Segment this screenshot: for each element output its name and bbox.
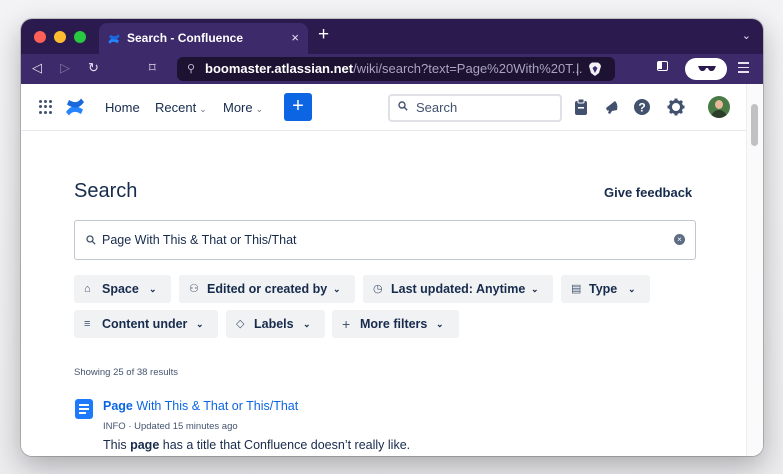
bookmark-icon[interactable]: ⌑	[149, 60, 156, 76]
clipboard-icon[interactable]	[571, 97, 591, 117]
tab-list-chevron-icon[interactable]: ⌄	[742, 29, 751, 42]
filter-edited-label: Edited or created by	[207, 282, 328, 296]
people-icon: ⚇	[189, 283, 199, 295]
nav-recent[interactable]: Recent ⌄	[155, 100, 207, 115]
filter-space-label: Space	[102, 282, 139, 296]
space-icon: ⌂	[84, 283, 91, 295]
results-count: Showing 25 of 38 results	[74, 367, 179, 378]
result-meta: INFO · Updated 15 minutes ago	[103, 421, 238, 432]
filter-content-under[interactable]: ≡ Content under ⌄	[74, 310, 218, 338]
result-title-highlight: Page	[103, 399, 133, 413]
filter-type[interactable]: ▤ Type ⌄	[561, 275, 650, 303]
notifications-megaphone-icon[interactable]	[602, 97, 622, 117]
search-icon	[86, 235, 96, 245]
tab-title: Search - Confluence	[127, 31, 244, 45]
filter-type-label: Type	[589, 282, 618, 296]
sidebar-toggle-icon[interactable]	[657, 61, 668, 71]
filter-more-filters[interactable]: + More filters ⌄	[332, 310, 459, 338]
browser-toolbar: ◁ ▷ ↻ ⌑ ⚲ boomaster.atlassian.net/wiki/s…	[21, 54, 763, 84]
filter-last-updated[interactable]: ◷ Last updated: Anytime ⌄	[363, 275, 553, 303]
new-tab-button[interactable]: +	[318, 25, 329, 45]
filter-labels-label: Labels	[254, 317, 294, 331]
excerpt-highlight: page	[130, 438, 160, 452]
confluence-favicon-icon	[108, 34, 120, 44]
create-button[interactable]: +	[284, 93, 312, 121]
clear-search-icon[interactable]: ×	[674, 234, 685, 245]
tab-search-confluence[interactable]: Search - Confluence ×	[99, 23, 308, 54]
url-separator: |	[576, 61, 580, 76]
private-window-badge[interactable]	[685, 58, 727, 80]
url-path: /wiki/search?text=Page%20With%20T...	[353, 61, 583, 76]
list-icon: ≡	[84, 318, 91, 330]
filter-edited-or-created-by[interactable]: ⚇ Edited or created by ⌄	[179, 275, 355, 303]
app-switcher-icon[interactable]	[39, 100, 53, 114]
private-glasses-icon	[698, 66, 716, 71]
settings-gear-icon[interactable]	[666, 97, 686, 117]
chevron-down-icon: ⌄	[199, 104, 207, 114]
chevron-down-icon: ⌄	[196, 319, 204, 329]
filter-content-under-label: Content under	[102, 317, 188, 331]
nav-search-placeholder: Search	[416, 100, 458, 115]
nav-more[interactable]: More ⌄	[223, 100, 263, 115]
filter-more-label: More filters	[360, 317, 428, 331]
user-avatar[interactable]	[708, 96, 730, 118]
search-icon	[398, 101, 408, 111]
nav-more-label: More	[223, 100, 253, 115]
chevron-down-icon: ⌄	[255, 104, 264, 114]
filter-space[interactable]: ⌂ Space ⌄	[74, 275, 171, 303]
tab-strip: Search - Confluence × + ⌄	[21, 19, 763, 54]
maximize-window-button[interactable]	[74, 31, 86, 43]
page-document-icon	[75, 399, 93, 419]
url-host: boomaster.atlassian.net	[205, 61, 354, 76]
chevron-down-icon: ⌄	[531, 284, 539, 294]
page-content: Home Recent ⌄ More ⌄ + Search ? Search G…	[21, 84, 763, 456]
filter-labels[interactable]: ◇ Labels ⌄	[226, 310, 325, 338]
search-query-value: Page With This & That or This/That	[102, 233, 297, 247]
result-excerpt: This page has a title that Confluence do…	[103, 438, 410, 452]
svg-text:?: ?	[638, 101, 645, 115]
back-icon[interactable]: ◁	[32, 60, 42, 76]
give-feedback-button[interactable]: Give feedback	[604, 185, 692, 200]
plus-icon: +	[342, 316, 351, 332]
document-type-icon: ▤	[571, 283, 582, 295]
result-title-rest: With This & That or This/That	[132, 399, 299, 413]
filter-last-updated-label: Last updated: Anytime	[391, 282, 526, 296]
page-title: Search	[74, 180, 138, 202]
tag-icon: ◇	[236, 318, 245, 330]
close-tab-icon[interactable]: ×	[291, 30, 299, 45]
chevron-down-icon: ⌄	[333, 284, 341, 294]
clock-icon: ◷	[373, 283, 383, 295]
forward-icon[interactable]: ▷	[60, 60, 70, 76]
search-query-input[interactable]: Page With This & That or This/That ×	[74, 220, 696, 260]
site-settings-icon[interactable]: ⚲	[187, 62, 195, 75]
result-title-link[interactable]: Page With This & That or This/That	[103, 399, 298, 413]
help-icon[interactable]: ?	[632, 97, 652, 117]
browser-window: Search - Confluence × + ⌄ ◁ ▷ ↻ ⌑ ⚲ boom…	[21, 19, 763, 456]
chevron-down-icon: ⌄	[628, 284, 636, 294]
excerpt-post: has a title that Confluence doesn’t real…	[159, 438, 411, 452]
confluence-top-nav: Home Recent ⌄ More ⌄ + Search ?	[21, 84, 747, 131]
chevron-down-icon: ⌄	[436, 319, 444, 329]
nav-recent-label: Recent	[155, 100, 197, 115]
nav-search-input[interactable]: Search	[388, 94, 562, 122]
scrollbar[interactable]	[746, 84, 763, 456]
browser-menu-icon[interactable]	[738, 62, 749, 76]
nav-home[interactable]: Home	[105, 100, 140, 115]
confluence-logo-icon[interactable]	[65, 97, 85, 117]
brave-shields-icon[interactable]	[587, 61, 603, 77]
url-text[interactable]: boomaster.atlassian.net/wiki/search?text…	[205, 61, 583, 76]
chevron-down-icon: ⌄	[303, 319, 311, 329]
minimize-window-button[interactable]	[54, 31, 66, 43]
reload-icon[interactable]: ↻	[88, 60, 99, 76]
chevron-down-icon: ⌄	[149, 284, 157, 294]
excerpt-pre: This	[103, 438, 131, 452]
close-window-button[interactable]	[34, 31, 46, 43]
address-bar[interactable]: ⚲ boomaster.atlassian.net/wiki/search?te…	[177, 57, 615, 81]
scrollbar-thumb[interactable]	[751, 104, 758, 146]
